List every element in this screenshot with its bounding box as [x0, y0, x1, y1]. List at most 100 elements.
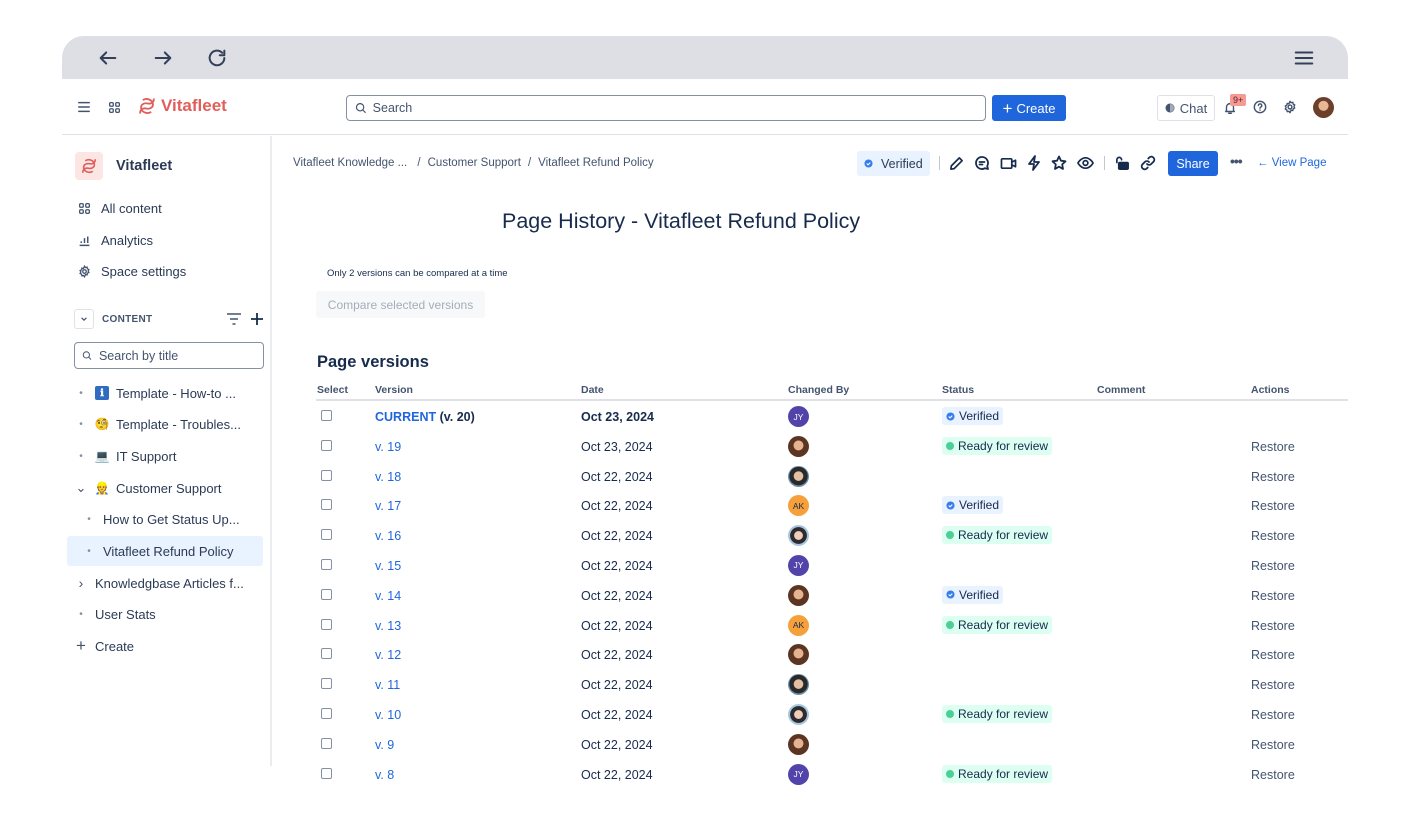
view-page-link[interactable]: ← View Page [1257, 157, 1326, 169]
author-avatar[interactable] [788, 703, 809, 725]
brand-logo[interactable]: Vitafleet [137, 96, 227, 116]
sidebar-item-space-settings[interactable]: Space settings [78, 264, 186, 279]
content-collapse-button[interactable] [74, 309, 94, 329]
tree-item-knowledgebase-articles[interactable]: › Knowledgbase Articles f... [67, 568, 263, 598]
browser-menu-button[interactable] [1290, 44, 1318, 72]
menu-button[interactable] [76, 99, 92, 115]
author-avatar[interactable]: JY [788, 406, 809, 427]
version-link[interactable]: CURRENT (v. 20) [375, 410, 475, 424]
reload-button[interactable] [203, 44, 231, 72]
tree-item-template-how-to[interactable]: • ℹ Template - How-to ... [67, 378, 263, 408]
tree-item-how-to-get-status[interactable]: • How to Get Status Up... [67, 504, 263, 534]
share-button[interactable]: Share [1168, 151, 1218, 176]
automation-button[interactable] [1024, 153, 1044, 173]
author-avatar[interactable] [788, 435, 809, 457]
page-status-button[interactable]: Verified [857, 151, 930, 176]
version-link[interactable]: v. 18 [375, 470, 401, 484]
chevron-down-icon[interactable]: ⌄ [67, 480, 95, 496]
app-switcher-button[interactable] [106, 99, 122, 115]
restore-link[interactable]: Restore [1251, 440, 1295, 454]
version-link[interactable]: v. 12 [375, 648, 401, 662]
breadcrumb-parent[interactable]: Customer Support [428, 157, 521, 169]
version-link[interactable]: v. 16 [375, 529, 401, 543]
breadcrumb-current[interactable]: Vitafleet Refund Policy [538, 157, 654, 169]
chevron-right-icon[interactable]: › [67, 575, 95, 591]
tree-item-customer-support[interactable]: ⌄ 👷 Customer Support [67, 473, 263, 503]
restore-link[interactable]: Restore [1251, 499, 1295, 513]
copy-link-button[interactable] [1138, 153, 1158, 173]
author-avatar[interactable] [788, 733, 809, 755]
select-checkbox[interactable] [321, 410, 332, 421]
sidebar-item-all-content[interactable]: All content [78, 201, 162, 216]
settings-button[interactable] [1282, 99, 1298, 115]
filter-icon[interactable] [226, 312, 242, 326]
select-checkbox[interactable] [321, 618, 332, 630]
select-checkbox[interactable] [321, 767, 332, 779]
restore-link[interactable]: Restore [1251, 738, 1295, 752]
watch-button[interactable] [1075, 153, 1095, 173]
version-link[interactable]: v. 8 [375, 768, 394, 782]
title-search-input[interactable] [98, 348, 263, 363]
global-search[interactable] [346, 95, 986, 121]
compare-selected-button[interactable]: Compare selected versions [316, 291, 485, 318]
version-link[interactable]: v. 9 [375, 738, 394, 752]
chat-button[interactable]: Chat [1157, 95, 1215, 121]
more-actions-button[interactable]: ••• [1230, 153, 1243, 169]
select-checkbox[interactable] [321, 499, 332, 511]
version-link[interactable]: v. 17 [375, 499, 401, 513]
restore-link[interactable]: Restore [1251, 529, 1295, 543]
select-checkbox[interactable] [321, 558, 332, 570]
restore-link[interactable]: Restore [1251, 619, 1295, 633]
restore-link[interactable]: Restore [1251, 708, 1295, 722]
select-checkbox[interactable] [321, 707, 332, 719]
sidebar-create-button[interactable]: + Create [67, 631, 263, 661]
help-button[interactable] [1252, 99, 1268, 115]
restore-link[interactable]: Restore [1251, 768, 1295, 782]
back-button[interactable] [94, 44, 122, 72]
author-avatar[interactable]: AK [788, 495, 809, 517]
author-avatar[interactable] [788, 644, 809, 666]
tree-item-template-troubleshooting[interactable]: • 🧐 Template - Troubles... [67, 409, 263, 439]
restore-link[interactable]: Restore [1251, 589, 1295, 603]
tree-item-vitafleet-refund-policy[interactable]: • Vitafleet Refund Policy [67, 536, 263, 566]
author-avatar[interactable] [788, 465, 809, 487]
version-link[interactable]: v. 15 [375, 559, 401, 573]
search-input[interactable] [372, 101, 985, 115]
author-avatar[interactable]: JY [788, 554, 809, 576]
select-checkbox[interactable] [321, 469, 332, 481]
author-avatar[interactable]: JY [788, 763, 809, 785]
select-checkbox[interactable] [321, 439, 332, 451]
author-avatar[interactable]: AK [788, 614, 809, 636]
version-link[interactable]: v. 10 [375, 708, 401, 722]
select-checkbox[interactable] [321, 588, 332, 600]
tree-item-user-stats[interactable]: • User Stats [67, 599, 263, 629]
comment-button[interactable] [972, 153, 992, 173]
sidebar-item-analytics[interactable]: Analytics [78, 233, 153, 248]
version-link[interactable]: v. 14 [375, 589, 401, 603]
restore-link[interactable]: Restore [1251, 470, 1295, 484]
author-avatar[interactable] [788, 584, 809, 606]
add-content-icon[interactable] [250, 312, 264, 326]
restore-link[interactable]: Restore [1251, 559, 1295, 573]
select-checkbox[interactable] [321, 737, 332, 749]
restore-link[interactable]: Restore [1251, 648, 1295, 662]
author-avatar[interactable] [788, 674, 809, 696]
user-avatar[interactable] [1313, 97, 1334, 118]
version-link[interactable]: v. 13 [375, 619, 401, 633]
star-button[interactable] [1049, 153, 1069, 173]
select-checkbox[interactable] [321, 648, 332, 660]
version-link[interactable]: v. 19 [375, 440, 401, 454]
restrictions-button[interactable] [1112, 153, 1132, 173]
space-header[interactable]: Vitafleet [75, 152, 172, 180]
sidebar-search[interactable] [74, 342, 264, 369]
breadcrumb-space[interactable]: Vitafleet Knowledge ... [293, 157, 407, 169]
select-checkbox[interactable] [321, 678, 332, 690]
video-button[interactable] [998, 153, 1018, 173]
tree-item-it-support[interactable]: • 💻 IT Support [67, 441, 263, 471]
create-button[interactable]: + Create [992, 95, 1066, 121]
restore-link[interactable]: Restore [1251, 678, 1295, 692]
select-checkbox[interactable] [321, 529, 332, 541]
version-link[interactable]: v. 11 [375, 678, 400, 692]
edit-button[interactable] [946, 153, 966, 173]
author-avatar[interactable] [788, 525, 809, 547]
